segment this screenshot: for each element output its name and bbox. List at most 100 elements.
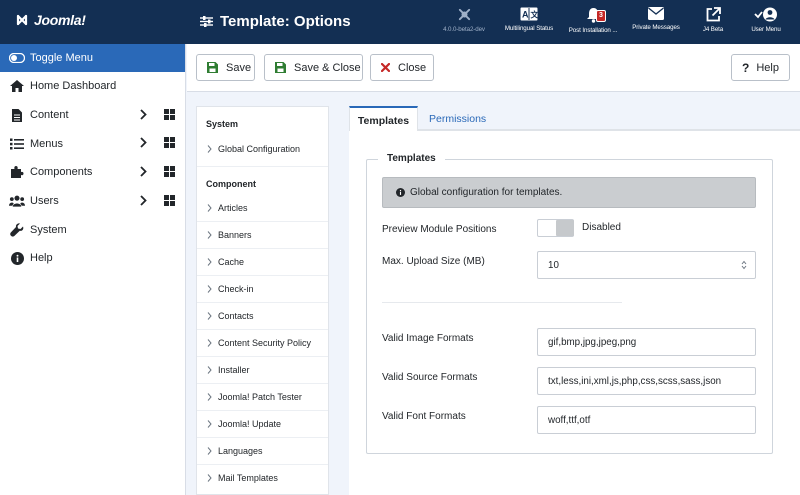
nav-divider: [197, 464, 328, 465]
joomla-icon: [458, 8, 470, 21]
info-icon: [9, 250, 25, 266]
options-nav: System Global Configuration Component Ar…: [196, 106, 329, 495]
max-upload-size-label: Max. Upload Size (MB): [382, 256, 485, 267]
wrench-icon: [9, 222, 25, 238]
valid-font-formats-input[interactable]: woff,ttf,otf: [537, 406, 756, 434]
chevron-right-icon[interactable]: [140, 109, 147, 123]
nav-link-label: Joomla! Update: [218, 419, 282, 429]
chevron-right-icon: [207, 339, 212, 347]
chevron-right-icon: [207, 312, 212, 320]
sidebar-item-content[interactable]: Content: [0, 101, 185, 130]
chevron-right-icon[interactable]: [140, 195, 147, 209]
tab-templates[interactable]: Templates: [349, 106, 418, 133]
nav-link-articles[interactable]: Articles: [207, 203, 248, 213]
nav-link-check-in[interactable]: Check-in: [207, 284, 254, 294]
user-menu-label: User Menu: [751, 26, 781, 33]
nav-heading-component: Component: [206, 179, 256, 189]
save-close-button[interactable]: Save & Close: [264, 54, 363, 81]
joomla-logo-icon: [16, 14, 28, 26]
sidebar-item-menus[interactable]: Menus: [0, 129, 185, 158]
chevron-right-icon: [207, 366, 212, 374]
nav-link-joomla-patch-tester[interactable]: Joomla! Patch Tester: [207, 392, 302, 402]
sidebar-item-help[interactable]: Help: [0, 244, 185, 273]
nav-link-cache[interactable]: Cache: [207, 257, 244, 267]
sidebar-item-label: Home Dashboard: [30, 80, 117, 93]
nav-link-label: Articles: [218, 203, 248, 213]
sidebar-item-system[interactable]: System: [0, 215, 185, 244]
chevron-right-icon[interactable]: [140, 166, 147, 180]
nav-link-contacts[interactable]: Contacts: [207, 311, 254, 321]
tab-permissions[interactable]: Permissions: [429, 106, 486, 131]
nav-link-mail-templates[interactable]: Mail Templates: [207, 473, 278, 483]
valid-source-formats-input[interactable]: txt,less,ini,xml,js,php,css,scss,sass,js…: [537, 367, 756, 395]
sidebar-item-label: Users: [30, 195, 59, 208]
version-item[interactable]: 4.0.0-beta2-dev: [431, 7, 497, 33]
save-icon: [275, 62, 286, 73]
joomla-logo[interactable]: Joomla!: [14, 12, 86, 28]
valid-image-formats-label: Valid Image Formats: [382, 333, 474, 344]
sidebar-item-label: Menus: [30, 137, 64, 150]
save-close-button-label: Save & Close: [294, 61, 361, 74]
chevron-right-icon: [207, 145, 212, 153]
chevron-right-icon: [207, 447, 212, 455]
number-stepper-icon[interactable]: [741, 260, 747, 270]
info-alert: Global configuration for templates.: [382, 177, 756, 208]
nav-divider: [197, 383, 328, 384]
users-icon: [9, 193, 25, 209]
nav-divider: [197, 221, 328, 222]
sidebar-item-home-dashboard[interactable]: Home Dashboard: [0, 72, 185, 101]
nav-link-banners[interactable]: Banners: [207, 230, 252, 240]
dashboard-grid-icon[interactable]: [164, 108, 175, 123]
nav-link-label: Installer: [218, 365, 250, 375]
info-icon: [396, 188, 405, 197]
nav-link-label: Cache: [218, 257, 245, 267]
nav-divider: [197, 275, 328, 276]
top-header: Joomla! Template: Options 4.0.0-beta2-de…: [0, 0, 800, 44]
dashboard-grid-icon[interactable]: [164, 166, 175, 180]
envelope-icon: [648, 7, 664, 20]
nav-divider: [197, 329, 328, 330]
nav-divider: [197, 437, 328, 438]
preview-positions-toggle[interactable]: [537, 219, 574, 237]
post-installation-item[interactable]: 3 Post Installation ...: [560, 7, 626, 34]
nav-link-content-security-policy[interactable]: Content Security Policy: [207, 338, 311, 348]
notification-badge: 3: [596, 10, 606, 22]
dashboard-grid-icon[interactable]: [164, 137, 175, 151]
close-button[interactable]: Close: [370, 54, 434, 81]
user-menu-item[interactable]: User Menu: [733, 7, 799, 33]
chevron-right-icon[interactable]: [140, 137, 147, 151]
sidebar-item-components[interactable]: Components: [0, 158, 185, 187]
close-icon: [381, 63, 390, 72]
nav-link-label: Banners: [218, 230, 252, 240]
multilingual-status-item[interactable]: A 文 Multilingual Status: [496, 7, 562, 32]
nav-link-languages[interactable]: Languages: [207, 446, 263, 456]
nav-link-label: Mail Templates: [218, 473, 278, 483]
toggle-icon: [9, 50, 25, 66]
chevron-right-icon: [207, 285, 212, 293]
section-divider: [382, 302, 622, 303]
nav-link-joomla-update[interactable]: Joomla! Update: [207, 419, 281, 429]
page-title-text: Template: Options: [220, 13, 351, 30]
chevron-right-icon: [207, 420, 212, 428]
external-link-icon: [706, 7, 721, 22]
nav-link-label: Global Configuration: [218, 144, 301, 154]
nav-link-label: Contacts: [218, 311, 254, 321]
nav-divider: [197, 166, 328, 167]
valid-image-formats-input[interactable]: gif,bmp,jpg,jpeg,png: [537, 328, 756, 356]
nav-link-installer[interactable]: Installer: [207, 365, 250, 375]
file-icon: [9, 107, 25, 123]
svg-text:文: 文: [531, 10, 539, 20]
nav-divider: [197, 410, 328, 411]
sidebar-item-toggle-menu[interactable]: Toggle Menu: [0, 44, 185, 72]
tab-bar: Templates Permissions: [349, 106, 800, 133]
dashboard-grid-icon[interactable]: [164, 194, 175, 209]
nav-link-global-configuration[interactable]: Global Configuration: [207, 144, 300, 154]
sidebar-item-users[interactable]: Users: [0, 187, 185, 216]
chevron-right-icon: [207, 204, 212, 212]
save-button[interactable]: Save: [196, 54, 255, 81]
max-upload-size-input[interactable]: 10: [537, 251, 756, 279]
help-button[interactable]: ? Help: [731, 54, 790, 81]
question-icon: ?: [742, 60, 750, 75]
sidebar-item-label: Help: [30, 252, 53, 265]
alert-text: Global configuration for templates.: [410, 187, 563, 198]
